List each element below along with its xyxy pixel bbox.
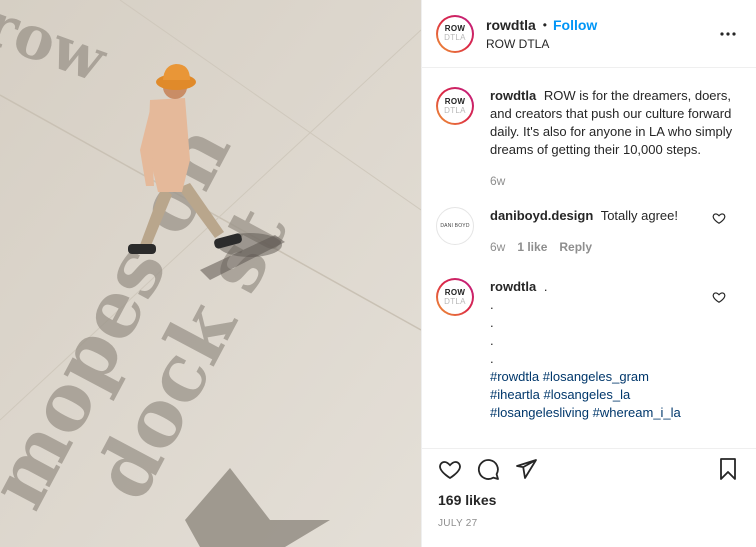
- comment-like-icon[interactable]: [712, 211, 726, 225]
- hashtag-line[interactable]: #losangelesliving #wheream_i_la: [490, 404, 742, 422]
- comment-username[interactable]: rowdtla: [490, 279, 536, 294]
- hashtag-line[interactable]: #rowdtla #losangeles_gram: [490, 368, 742, 386]
- comment-like-icon[interactable]: [712, 290, 726, 304]
- avatar-line2: DTLA: [444, 296, 466, 306]
- author-username[interactable]: rowdtla: [486, 17, 536, 33]
- comment-time[interactable]: 6w: [490, 238, 505, 256]
- likes-count[interactable]: 169 likes: [438, 492, 496, 508]
- heart-icon[interactable]: [436, 455, 464, 483]
- avatar-line1: ROW: [444, 287, 466, 297]
- hashtag-line[interactable]: #iheartla #losangeles_la: [490, 386, 742, 404]
- caption-username[interactable]: rowdtla: [490, 88, 536, 103]
- reply-button[interactable]: Reply: [559, 238, 592, 256]
- dot-line: .: [490, 351, 494, 366]
- caption-time[interactable]: 6w: [490, 172, 505, 190]
- post-photo[interactable]: mopes on dock st row: [0, 0, 421, 547]
- comment-likes[interactable]: 1 like: [517, 238, 547, 256]
- separator-dot: •: [542, 17, 547, 32]
- author-avatar[interactable]: ROW DTLA: [436, 14, 474, 53]
- post-side-panel: ROW DTLA rowdtla • Follow ROW DTLA ROW D…: [421, 0, 756, 547]
- caption-avatar[interactable]: ROW DTLA: [436, 87, 474, 125]
- avatar-line1: ROW: [444, 24, 466, 33]
- comment-text: Totally agree!: [600, 208, 679, 223]
- dot-line: .: [490, 297, 494, 312]
- comment-icon[interactable]: [474, 455, 502, 483]
- post-date[interactable]: JULY 27: [438, 518, 478, 529]
- follow-button[interactable]: Follow: [553, 17, 597, 33]
- author-subtitle[interactable]: ROW DTLA: [486, 37, 716, 51]
- comment-username[interactable]: daniboyd.design: [490, 208, 593, 223]
- comments-list[interactable]: ROW DTLA rowdtla ROW is for the dreamers…: [422, 69, 756, 442]
- more-icon[interactable]: [716, 22, 740, 46]
- commenter-avatar[interactable]: ROW DTLA: [436, 278, 474, 316]
- share-icon[interactable]: [512, 455, 540, 483]
- caption-comment: ROW DTLA rowdtla ROW is for the dreamers…: [436, 69, 742, 190]
- comment-meta: 6w 1 like Reply: [490, 238, 742, 256]
- bookmark-icon[interactable]: [714, 455, 742, 483]
- caption-meta: 6w: [490, 172, 742, 190]
- commenter-avatar-text: DANI BOYD: [440, 223, 470, 229]
- author-info: rowdtla • Follow ROW DTLA: [486, 17, 716, 51]
- comment-item: ROW DTLA rowdtla . . . . . #rowdtla #los…: [436, 256, 742, 422]
- avatar-line2: DTLA: [444, 105, 466, 115]
- commenter-avatar[interactable]: DANI BOYD: [436, 207, 474, 245]
- avatar-line1: ROW: [444, 96, 466, 106]
- comment-text: .: [543, 279, 548, 294]
- post-actions-bar: [422, 448, 756, 488]
- avatar-line2: DTLA: [444, 33, 466, 42]
- post-header: ROW DTLA rowdtla • Follow ROW DTLA: [422, 0, 756, 68]
- dot-line: .: [490, 333, 494, 348]
- comment-item: DANI BOYD daniboyd.design Totally agree!…: [436, 190, 742, 256]
- photo-illustration: mopes on dock st row: [0, 0, 421, 547]
- dot-line: .: [490, 315, 494, 330]
- instagram-post: mopes on dock st row: [0, 0, 756, 547]
